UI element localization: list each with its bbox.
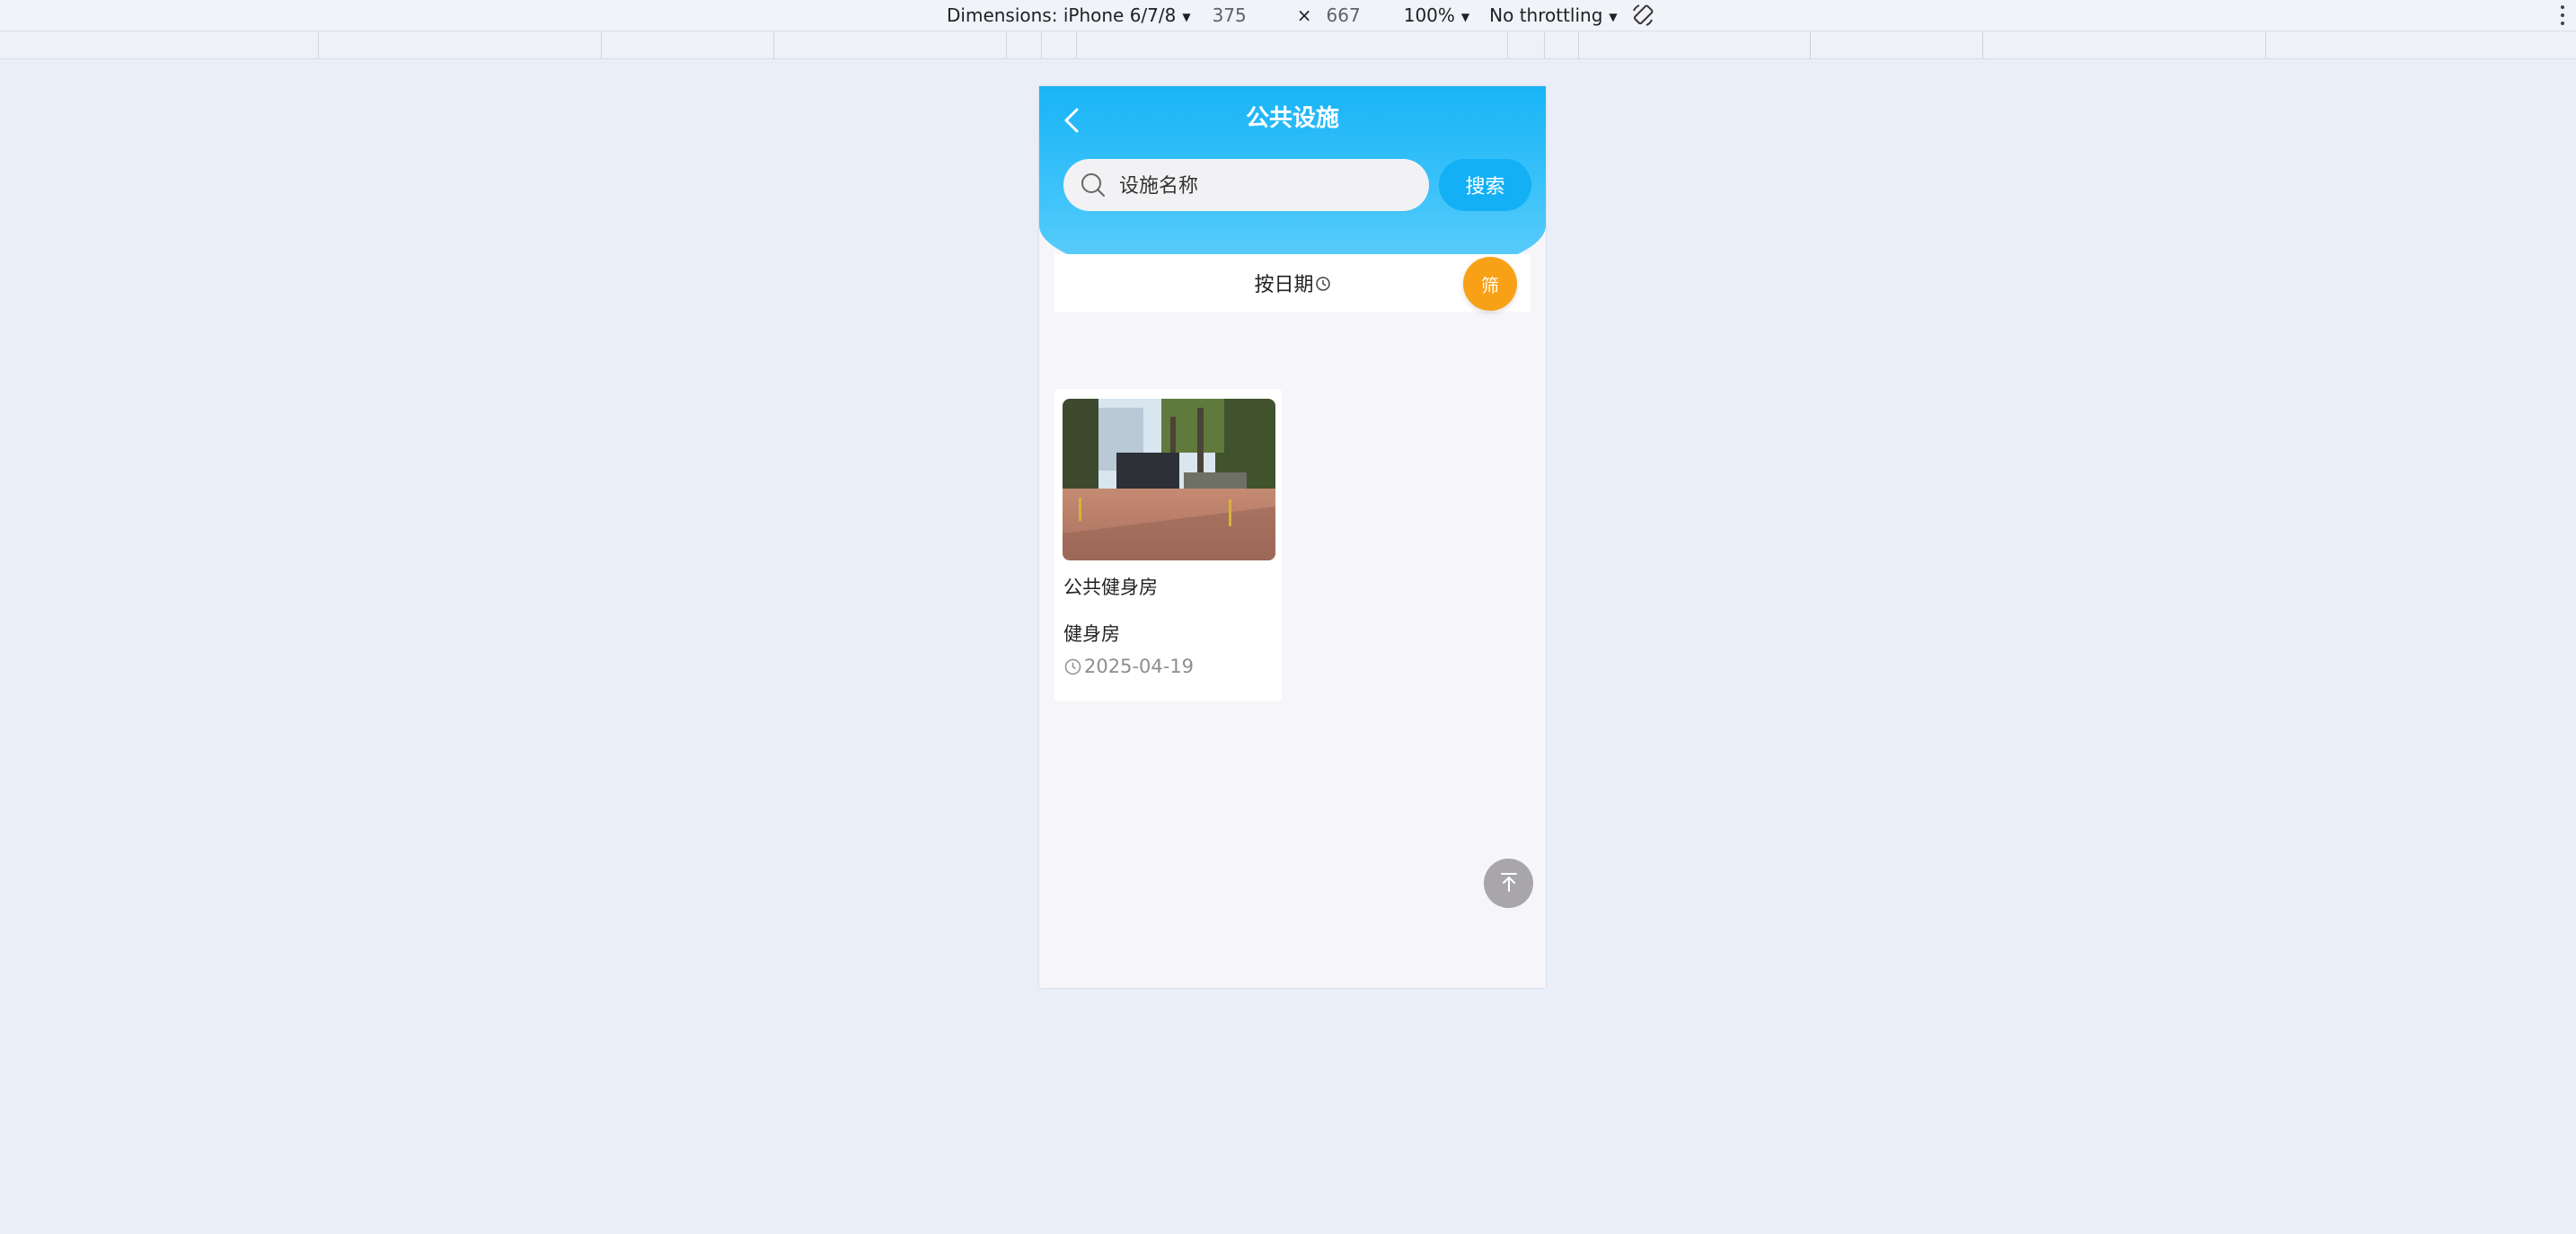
facility-card[interactable]: 公共健身房 健身房 2025-04-19 bbox=[1054, 389, 1282, 701]
more-vert-icon[interactable] bbox=[2560, 3, 2565, 28]
sort-by-date[interactable]: 按日期 bbox=[1054, 254, 1531, 312]
clock-icon bbox=[1063, 657, 1082, 676]
throttling-value: No throttling bbox=[1489, 4, 1603, 26]
width-input[interactable]: 375 bbox=[1213, 4, 1247, 26]
facility-date: 2025-04-19 bbox=[1084, 656, 1195, 677]
back-to-top-button[interactable] bbox=[1484, 859, 1533, 908]
search-input[interactable] bbox=[1117, 159, 1417, 213]
media-query-ruler bbox=[0, 31, 2576, 59]
search-icon bbox=[1080, 172, 1107, 198]
zoom-select[interactable]: 100% ▼ bbox=[1404, 4, 1469, 26]
search-button[interactable]: 搜索 bbox=[1439, 159, 1531, 211]
facility-category: 健身房 bbox=[1063, 623, 1120, 645]
sort-bar: 按日期 bbox=[1054, 254, 1531, 312]
sort-label: 按日期 bbox=[1254, 274, 1314, 296]
caret-down-icon: ▼ bbox=[1609, 10, 1618, 23]
device-select[interactable]: Dimensions: iPhone 6/7/8 ▼ bbox=[947, 4, 1191, 26]
devtools-device-toolbar: Dimensions: iPhone 6/7/8 ▼ 375 × 667 100%… bbox=[0, 0, 2576, 31]
arrow-up-to-top-icon bbox=[1496, 869, 1522, 898]
throttling-select[interactable]: No throttling ▼ bbox=[1489, 4, 1618, 26]
phone-screen: 公共设施 搜索 按日期 筛 bbox=[1039, 86, 1546, 988]
device-dimensions-label: Dimensions: iPhone 6/7/8 bbox=[947, 4, 1177, 26]
search-box[interactable] bbox=[1063, 159, 1429, 213]
height-input[interactable]: 667 bbox=[1327, 4, 1361, 26]
zoom-value: 100% bbox=[1403, 4, 1455, 26]
caret-down-icon: ▼ bbox=[1182, 10, 1191, 23]
facility-date-row: 2025-04-19 bbox=[1063, 656, 1194, 677]
page-title: 公共设施 bbox=[1245, 105, 1339, 132]
device-toolbar-items: Dimensions: iPhone 6/7/8 ▼ 375 × 667 100%… bbox=[947, 0, 1655, 31]
filter-button[interactable]: 筛 bbox=[1463, 257, 1517, 311]
dimension-times-sign: × bbox=[1296, 4, 1312, 26]
clock-icon bbox=[1315, 275, 1331, 291]
facility-photo bbox=[1063, 399, 1275, 560]
caret-down-icon: ▼ bbox=[1460, 10, 1470, 23]
rotate-icon[interactable] bbox=[1630, 3, 1655, 28]
facility-title: 公共健身房 bbox=[1063, 577, 1158, 598]
